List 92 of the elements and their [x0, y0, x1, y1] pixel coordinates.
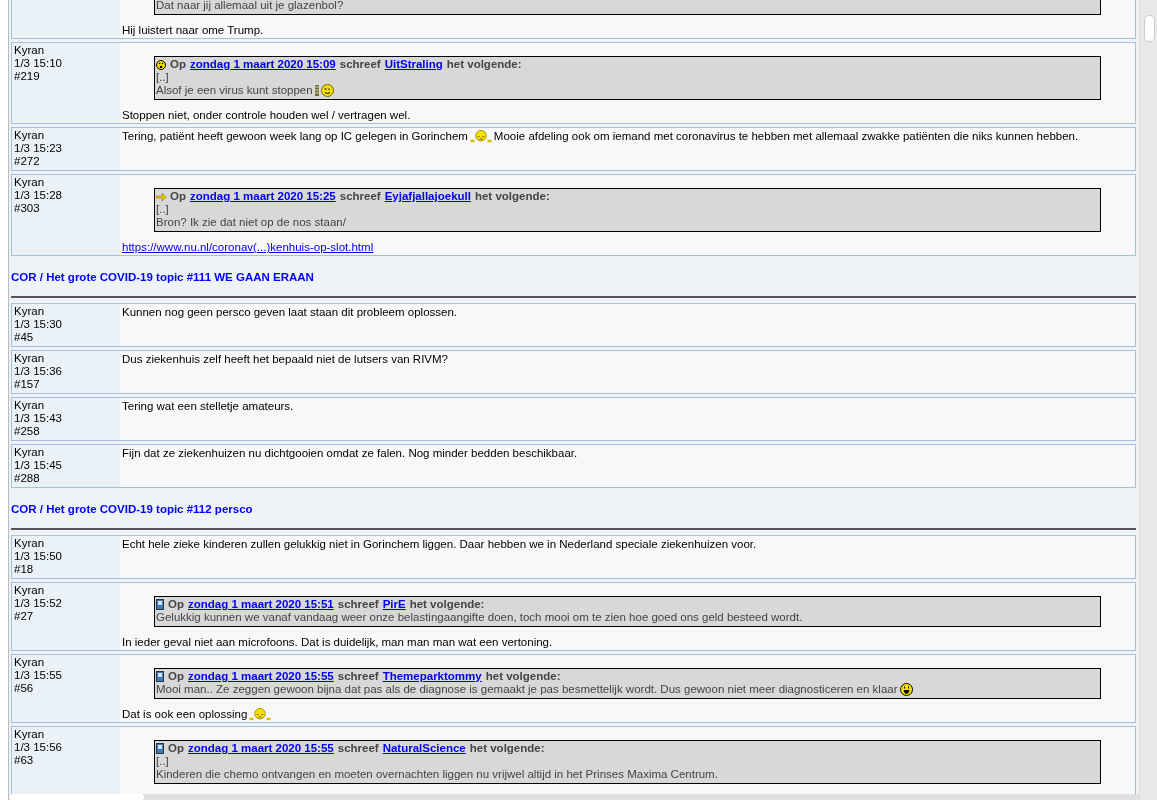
post-time: 1/3 15:52: [14, 597, 62, 610]
post-time: 1/3 15:28: [14, 189, 62, 202]
text: Kinderen die chemo ontvangen en moeten overnachten liggen nu vrijwel altijd in het Prinses Maxima Centrum.: [156, 768, 718, 781]
date-link[interactable]: zondag 1 maart 2020 15:55: [188, 670, 334, 683]
text: Fijn dat ze ziekenhuizen nu dichtgooien omdat ze falen. Nog minder bedden beschikbaar.: [122, 447, 578, 460]
text: In ieder geval niet aan microfoons. Dat is duidelijk, man man man wat een vertoning.: [122, 636, 553, 649]
post-time: 1/3 15:50: [14, 550, 62, 563]
quote-header-text: schreef: [337, 598, 379, 611]
post-number: #303: [14, 202, 40, 215]
quote-header-text: Op: [170, 58, 186, 71]
quote-header-text: schreef: [337, 670, 379, 683]
text: Hij luistert naar ome Trump.: [122, 24, 264, 37]
post-time: 1/3 15:36: [14, 365, 62, 378]
quote-header-text: het volgende:: [485, 670, 561, 683]
post-number: #63: [14, 754, 34, 767]
quote-header-text: het volgende:: [474, 190, 550, 203]
text: [..]: [156, 203, 169, 216]
username-link[interactable]: Eyjafjallajoekull: [384, 190, 471, 203]
post-time: 1/3 15:45: [14, 459, 62, 472]
quote-header-text: schreef: [337, 742, 379, 755]
post-number: #157: [14, 378, 40, 391]
post-time: 1/3 15:55: [14, 669, 62, 682]
quote-header-text: het volgende:: [446, 58, 522, 71]
author-name: Kyran: [14, 129, 45, 142]
horizontal-scrollbar[interactable]: [9, 794, 1139, 800]
quote-header-text: het volgende:: [409, 598, 485, 611]
text: [..]: [156, 71, 169, 84]
post-number: #219: [14, 70, 40, 83]
quote-header-text: het volgende:: [469, 742, 545, 755]
topic-title-link[interactable]: COR / Het grote COVID-19 topic #111 WE GAAN ERAAN: [11, 271, 314, 283]
post-number: #18: [14, 563, 34, 576]
link[interactable]: https://www.nu.nl/coronav(...)kenhuis-op-slot.html: [122, 241, 374, 254]
author-name: Kyran: [14, 399, 45, 412]
date-link[interactable]: zondag 1 maart 2020 15:25: [190, 190, 336, 203]
grinning-smiley-icon: [899, 683, 913, 696]
author-name: Kyran: [14, 446, 45, 459]
text: Dat naar jij allemaal uit je glazenbol?: [156, 0, 344, 12]
sleepy-smiley-icon: [469, 130, 492, 143]
date-link[interactable]: zondag 1 maart 2020 15:55: [188, 742, 334, 755]
username-link[interactable]: UitStraling: [384, 58, 443, 71]
text: Tering, patiënt heeft gewoon week lang op IC gelegen in Gorinchem: [122, 130, 468, 143]
text: Mooi man.. Ze zeggen gewoon bijna dat pas als de diagnose is gemaakt je pas besmettelijk wordt. Dus gewoon niet meer diagnosticeren en klaar: [156, 683, 898, 696]
post-time: 1/3 15:43: [14, 412, 62, 425]
text: Mooie afdeling ook om iemand met coronavirus te hebben met allemaal zwakke patiënten die niks kunnen hebben.: [493, 130, 1079, 143]
phone-icon: [156, 599, 164, 610]
post-number: #45: [14, 331, 34, 344]
text: Kunnen nog geen persco geven laat staan dit probleem oplossen.: [122, 306, 458, 319]
post-number: #27: [14, 610, 34, 623]
author-name: Kyran: [14, 584, 45, 597]
text: Dus ziekenhuis zelf heeft het bepaald niet de lutsers van RIVM?: [122, 353, 449, 366]
post-number: #288: [14, 472, 40, 485]
author-name: Kyran: [14, 352, 45, 365]
author-name: Kyran: [14, 305, 45, 318]
quote-header-text: schreef: [339, 190, 381, 203]
author-name: Kyran: [14, 537, 45, 550]
post-time: 1/3 15:23: [14, 142, 62, 155]
text: Stoppen niet, onder controle houden wel / vertragen wel.: [122, 109, 411, 122]
arrow-icon: [156, 192, 166, 201]
username-link[interactable]: NaturalScience: [382, 742, 466, 755]
topic-title-link[interactable]: COR / Het grote COVID-19 topic #112 persco: [11, 503, 253, 515]
text: Bron? Ik zie dat niet op de nos staan/: [156, 216, 346, 229]
text: Dat is ook een oplossing: [122, 708, 248, 721]
text: Tering wat een stelletje amateurs.: [122, 400, 294, 413]
text: Alsof je een virus kunt stoppen: [156, 84, 313, 97]
username-link[interactable]: PirE: [382, 598, 406, 611]
text: Gelukkig kunnen we vanaf vandaag weer onze belastingaangifte doen, toch mooi om te zien hoe goed ons geld besteed wordt.: [156, 611, 803, 624]
striped-bar-icon: [314, 85, 319, 96]
post-number: #56: [14, 682, 34, 695]
author-name: Kyran: [14, 176, 45, 189]
vertical-scrollbar[interactable]: [1139, 0, 1157, 800]
quote-header-text: schreef: [339, 58, 381, 71]
winking-smiley-icon: [320, 84, 334, 97]
sleepy-smiley-icon: [249, 708, 272, 721]
phone-icon: [156, 743, 164, 754]
post-number: #258: [14, 425, 40, 438]
text: [..]: [156, 755, 169, 768]
quote-header-text: Op: [170, 190, 186, 203]
quote-header-text: Op: [168, 670, 184, 683]
quote-header-text: Op: [168, 598, 184, 611]
post-time: 1/3 15:10: [14, 57, 62, 70]
post-time: 1/3 15:30: [14, 318, 62, 331]
username-link[interactable]: Themeparktommy: [382, 670, 482, 683]
text: Echt hele zieke kinderen zullen gelukkig niet in Gorinchem liggen. Daar hebben we in Nederland speciale ziekenhuizen voor.: [122, 538, 757, 551]
author-name: Kyran: [14, 656, 45, 669]
post-time: 1/3 15:56: [14, 741, 62, 754]
date-link[interactable]: zondag 1 maart 2020 15:51: [188, 598, 334, 611]
author-name: Kyran: [14, 44, 45, 57]
post-number: #272: [14, 155, 40, 168]
author-name: Kyran: [14, 728, 45, 741]
date-link[interactable]: zondag 1 maart 2020 15:09: [190, 58, 336, 71]
phone-icon: [156, 671, 164, 682]
quote-header-text: Op: [168, 742, 184, 755]
